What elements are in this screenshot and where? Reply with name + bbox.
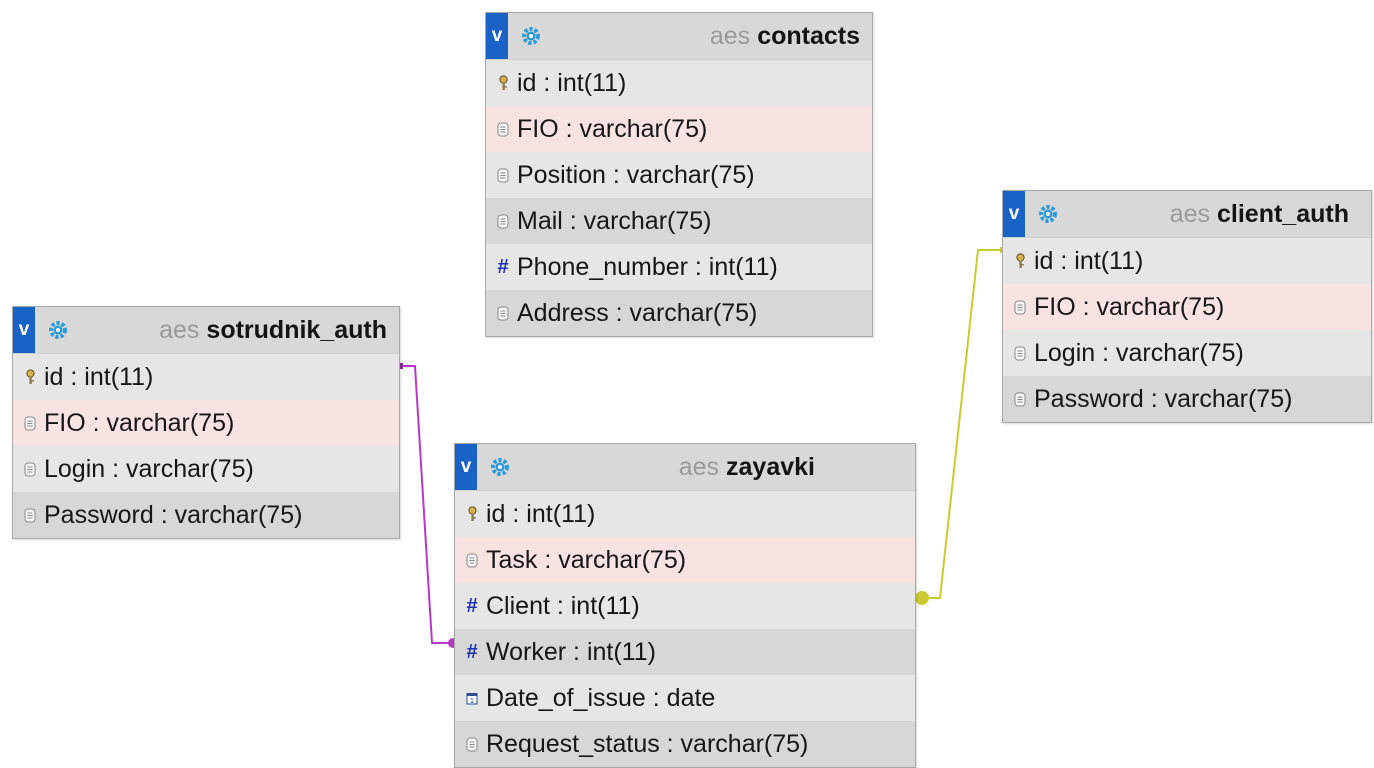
table-header[interactable]: v aes sotrudnik_auth	[13, 307, 399, 354]
text-column-icon	[495, 122, 511, 137]
column-row[interactable]: FIO : varchar(75)	[486, 106, 872, 152]
table-client-auth[interactable]: v aes client_auth id : int(11) FIO : varc…	[1002, 190, 1372, 423]
numeric-column-icon: #	[466, 594, 478, 617]
column-label: FIO : varchar(75)	[1034, 292, 1225, 321]
column-label: id : int(11)	[486, 499, 596, 528]
column-label: id : int(11)	[1034, 246, 1144, 275]
column-row[interactable]: FIO : varchar(75)	[13, 400, 399, 446]
column-label: id : int(11)	[44, 362, 154, 391]
database-name: aes	[1169, 199, 1211, 228]
relation-line-worker[interactable]	[399, 365, 454, 644]
text-column-icon	[495, 168, 511, 183]
column-label: id : int(11)	[517, 68, 627, 97]
numeric-column-icon: #	[466, 640, 478, 663]
table-contacts[interactable]: v aes contacts id : int(11) FIO : varchar…	[485, 12, 873, 337]
collapse-toggle-button[interactable]: v	[486, 13, 508, 59]
text-column-icon	[495, 214, 511, 229]
text-column-icon	[1012, 346, 1028, 361]
collapse-toggle-button[interactable]: v	[455, 444, 477, 490]
gear-icon[interactable]	[520, 25, 542, 47]
database-name: aes	[159, 315, 200, 344]
column-row[interactable]: Address : varchar(75)	[486, 290, 872, 336]
column-row[interactable]: # Phone_number : int(11)	[486, 244, 872, 290]
column-label: Mail : varchar(75)	[517, 206, 712, 235]
column-row[interactable]: Login : varchar(75)	[1003, 330, 1371, 376]
date-column-icon: 1	[464, 692, 480, 705]
text-column-icon	[1012, 300, 1028, 315]
table-title: aes sotrudnik_auth	[159, 307, 387, 353]
key-icon	[22, 369, 38, 385]
column-label: Worker : int(11)	[486, 637, 656, 666]
table-header[interactable]: v aes contacts	[486, 13, 872, 60]
column-label: Request_status : varchar(75)	[486, 729, 809, 758]
table-title: aes client_auth	[1170, 191, 1349, 237]
table-name: contacts	[757, 21, 860, 50]
table-name: zayavki	[726, 452, 815, 481]
column-row[interactable]: id : int(11)	[13, 354, 399, 400]
key-icon	[464, 506, 480, 522]
gear-icon[interactable]	[47, 319, 69, 341]
column-label: Position : varchar(75)	[517, 160, 755, 189]
text-column-icon	[464, 553, 480, 568]
column-row[interactable]: # Client : int(11)	[455, 583, 915, 629]
column-row[interactable]: Request_status : varchar(75)	[455, 721, 915, 767]
table-sotrudnik-auth[interactable]: v aes sotrudnik_auth id : int(11) FIO : v…	[12, 306, 400, 539]
column-label: Password : varchar(75)	[1034, 384, 1293, 413]
svg-text:1: 1	[470, 697, 474, 705]
column-row[interactable]: Position : varchar(75)	[486, 152, 872, 198]
column-row[interactable]: Login : varchar(75)	[13, 446, 399, 492]
database-name: aes	[678, 452, 720, 481]
column-row[interactable]: Password : varchar(75)	[13, 492, 399, 538]
collapse-toggle-button[interactable]: v	[13, 307, 35, 353]
key-icon	[495, 75, 511, 91]
table-name: sotrudnik_auth	[206, 315, 387, 344]
text-column-icon	[22, 416, 38, 431]
text-column-icon	[495, 306, 511, 321]
database-name: aes	[709, 21, 751, 50]
column-row[interactable]: # Worker : int(11)	[455, 629, 915, 675]
text-column-icon	[1012, 392, 1028, 407]
gear-icon[interactable]	[489, 456, 511, 478]
table-header[interactable]: v aes zayavki	[455, 444, 915, 491]
column-label: Login : varchar(75)	[44, 454, 254, 483]
column-label: Task : varchar(75)	[486, 545, 687, 574]
column-row[interactable]: Password : varchar(75)	[1003, 376, 1371, 422]
column-label: FIO : varchar(75)	[517, 114, 708, 143]
table-title: aes zayavki	[679, 444, 815, 490]
gear-icon[interactable]	[1037, 203, 1059, 225]
table-header[interactable]: v aes client_auth	[1003, 191, 1371, 238]
column-label: FIO : varchar(75)	[44, 408, 235, 437]
column-row[interactable]: id : int(11)	[455, 491, 915, 537]
column-label: Date_of_issue : date	[486, 683, 716, 712]
table-name: client_auth	[1217, 199, 1349, 228]
text-column-icon	[464, 737, 480, 752]
column-row[interactable]: FIO : varchar(75)	[1003, 284, 1371, 330]
table-title: aes contacts	[710, 13, 860, 59]
column-label: Address : varchar(75)	[517, 298, 758, 327]
relation-line-client[interactable]	[918, 249, 1002, 599]
numeric-column-icon: #	[497, 255, 509, 278]
column-row[interactable]: id : int(11)	[1003, 238, 1371, 284]
text-column-icon	[22, 462, 38, 477]
text-column-icon	[22, 508, 38, 523]
column-row[interactable]: 1 Date_of_issue : date	[455, 675, 915, 721]
column-label: Client : int(11)	[486, 591, 640, 620]
column-label: Login : varchar(75)	[1034, 338, 1244, 367]
column-label: Phone_number : int(11)	[517, 252, 778, 281]
column-label: Password : varchar(75)	[44, 500, 303, 529]
column-row[interactable]: Mail : varchar(75)	[486, 198, 872, 244]
column-row[interactable]: id : int(11)	[486, 60, 872, 106]
table-zayavki[interactable]: v aes zayavki id : int(11) Task : varchar…	[454, 443, 916, 768]
relation-anchor-client-source	[915, 591, 929, 605]
key-icon	[1012, 253, 1028, 269]
collapse-toggle-button[interactable]: v	[1003, 191, 1025, 237]
column-row[interactable]: Task : varchar(75)	[455, 537, 915, 583]
